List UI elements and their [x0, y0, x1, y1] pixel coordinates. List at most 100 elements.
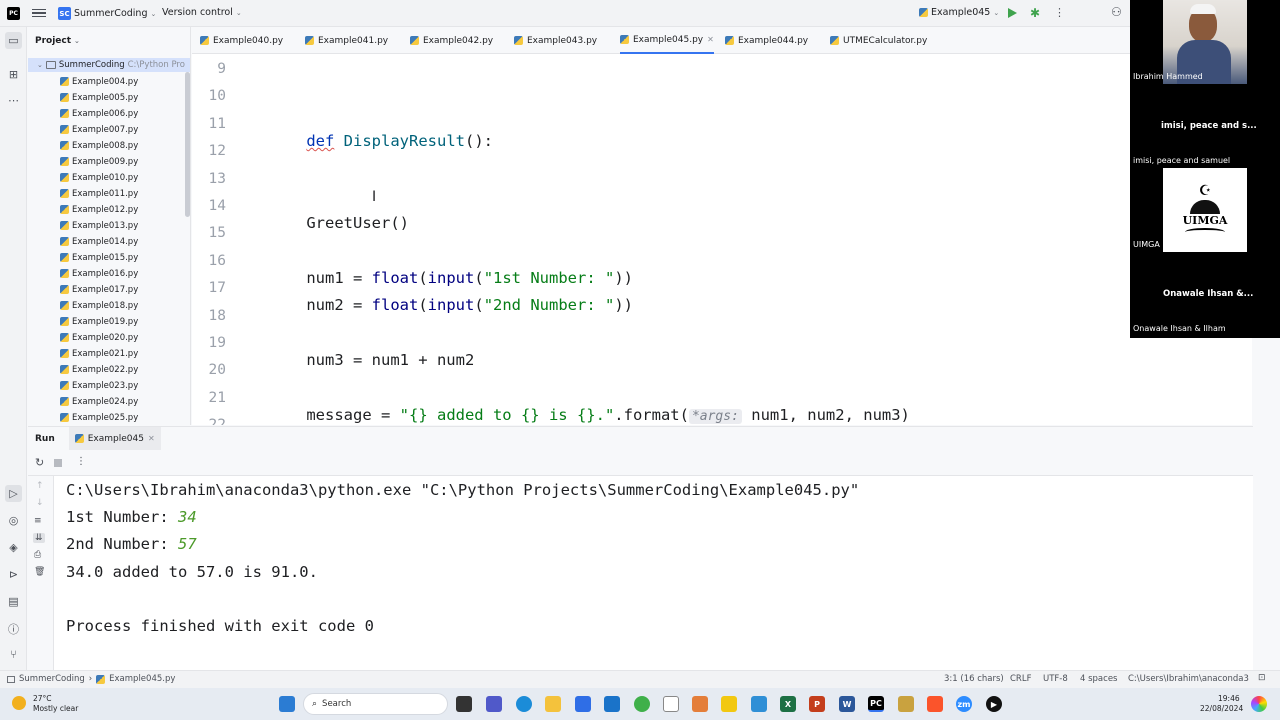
powerpoint-icon[interactable]: P: [809, 696, 825, 712]
tree-root-folder[interactable]: ⌄ SummerCoding C:\Python Pro: [28, 58, 190, 72]
close-tab-icon[interactable]: ✕: [707, 35, 714, 44]
file-tree-item[interactable]: Example007.py: [60, 122, 138, 137]
file-tree-item[interactable]: Example017.py: [60, 282, 138, 297]
file-tree-item[interactable]: Example024.py: [60, 394, 138, 409]
editor-tab[interactable]: Example044.py: [725, 27, 808, 54]
scroll-to-end-icon[interactable]: ⇊: [33, 533, 45, 543]
clock-date[interactable]: 22/08/2024: [1200, 704, 1243, 713]
mail-icon[interactable]: [604, 696, 620, 712]
power-bi-icon[interactable]: [721, 696, 737, 712]
close-icon[interactable]: ✕: [148, 434, 155, 443]
weather-desc[interactable]: Mostly clear: [33, 704, 78, 713]
file-tree-item[interactable]: Example011.py: [60, 186, 138, 201]
store-icon[interactable]: [575, 696, 591, 712]
clock-time[interactable]: 19:46: [1218, 694, 1240, 703]
file-tree-item[interactable]: Example016.py: [60, 266, 138, 281]
weather-temp[interactable]: 27°C: [33, 694, 52, 703]
teams-icon[interactable]: [486, 696, 502, 712]
structure-icon[interactable]: ⊞: [5, 66, 22, 83]
run-config-tab[interactable]: Example045 ✕: [68, 426, 161, 451]
file-tree-item[interactable]: Example010.py: [60, 170, 138, 185]
debug-icon[interactable]: ✱: [1030, 6, 1040, 20]
file-tree-item[interactable]: Example020.py: [60, 330, 138, 345]
more-tools-icon[interactable]: ⋯: [5, 92, 22, 109]
zoom-icon[interactable]: zm: [956, 696, 972, 712]
editor-tab[interactable]: UTMECalculator.py: [830, 27, 927, 54]
stop-icon[interactable]: [54, 459, 62, 467]
main-menu-icon[interactable]: [32, 6, 46, 20]
chat-app-icon[interactable]: [634, 696, 650, 712]
file-tree-item[interactable]: Example015.py: [60, 250, 138, 265]
edge-icon[interactable]: [516, 696, 532, 712]
file-tree-item[interactable]: Example012.py: [60, 202, 138, 217]
calculator-icon[interactable]: [751, 696, 767, 712]
run-tool-icon[interactable]: ▷: [5, 485, 22, 502]
more-actions-icon[interactable]: ⋮: [76, 456, 86, 467]
file-tree-item[interactable]: Example023.py: [60, 378, 138, 393]
file-tree-item[interactable]: Example005.py: [60, 90, 138, 105]
editor-tab[interactable]: Example040.py: [200, 27, 283, 54]
code-line-14[interactable]: GreetUser(): [269, 196, 409, 250]
run-console[interactable]: C:\Users\Ibrahim\anaconda3\python.exe "C…: [54, 476, 1253, 670]
file-tree-item[interactable]: Example008.py: [60, 138, 138, 153]
interpreter[interactable]: C:\Users\Ibrahim\anaconda3: [1128, 674, 1249, 684]
excel-icon[interactable]: X: [780, 696, 796, 712]
color-wheel-icon[interactable]: [1251, 696, 1267, 712]
trash-icon[interactable]: 🗑: [34, 567, 45, 577]
code-editor[interactable]: 9 10 11 12 13 14 15 16 17 18 19 20 21 22 def DisplayR…: [192, 54, 1252, 425]
lock-icon[interactable]: ⊡: [1258, 673, 1266, 683]
snipping-tool-icon[interactable]: [692, 696, 708, 712]
tools-icon[interactable]: [898, 696, 914, 712]
editor-tab[interactable]: Example045.py ✕: [620, 27, 714, 54]
code-line-21[interactable]: message = "{} added to {} is {}.".format…: [269, 388, 910, 425]
project-panel-header[interactable]: Project ⌄: [28, 27, 190, 54]
editor-tab[interactable]: Example041.py: [305, 27, 388, 54]
file-tree-item[interactable]: Example022.py: [60, 362, 138, 377]
brave-icon[interactable]: [927, 696, 943, 712]
rerun-icon[interactable]: ↻: [35, 456, 44, 469]
project-scrollbar[interactable]: [185, 72, 190, 217]
file-encoding[interactable]: UTF-8: [1043, 674, 1068, 684]
indent-setting[interactable]: 4 spaces: [1080, 674, 1117, 684]
pycharm-icon[interactable]: PC: [868, 696, 884, 712]
file-tree-item[interactable]: Example021.py: [60, 346, 138, 361]
file-tree-item[interactable]: Example025.py: [60, 410, 138, 425]
cursor-position[interactable]: 3:1 (16 chars): [944, 674, 1004, 684]
print-icon[interactable]: ⎙: [34, 550, 41, 560]
layers-icon[interactable]: ◈: [5, 539, 22, 556]
file-tree-item[interactable]: Example009.py: [60, 154, 138, 169]
project-folder-icon[interactable]: ▭: [5, 32, 22, 49]
code-line-17[interactable]: num2 = float(input("2nd Number: ")): [269, 278, 633, 332]
task-view-icon[interactable]: [456, 696, 472, 712]
problems-icon[interactable]: ⓘ: [5, 620, 22, 637]
scroll-up-icon[interactable]: ↑: [36, 481, 44, 491]
notepad-icon[interactable]: [663, 696, 679, 712]
account-icon[interactable]: ⚇: [1111, 5, 1122, 19]
file-tree-item[interactable]: Example014.py: [60, 234, 138, 249]
media-player-icon[interactable]: ▶: [986, 696, 1002, 712]
python-packages-icon[interactable]: ◎: [5, 512, 22, 529]
more-actions-icon[interactable]: ⋮: [1054, 6, 1065, 19]
code-line-19[interactable]: num3 = num1 + num2: [269, 333, 474, 387]
project-selector[interactable]: SC SummerCoding ⌄: [58, 7, 156, 20]
word-icon[interactable]: W: [839, 696, 855, 712]
git-icon[interactable]: ⑂: [5, 646, 22, 663]
code-line-11[interactable]: def DisplayResult():: [269, 114, 493, 168]
file-tree-item[interactable]: Example004.py: [60, 74, 138, 89]
services-icon[interactable]: ⊳: [5, 566, 22, 583]
editor-tab[interactable]: Example042.py: [410, 27, 493, 54]
run-icon[interactable]: [1008, 8, 1017, 18]
weather-icon[interactable]: [12, 696, 26, 710]
editor-tab[interactable]: Example043.py: [514, 27, 597, 54]
file-tree-item[interactable]: Example013.py: [60, 218, 138, 233]
file-tree-item[interactable]: Example018.py: [60, 298, 138, 313]
breadcrumb[interactable]: SummerCoding › Example045.py: [7, 674, 175, 684]
windows-start-icon[interactable]: [279, 696, 295, 712]
taskbar-search[interactable]: ⌕ Search: [303, 693, 448, 715]
line-separator[interactable]: CRLF: [1010, 674, 1031, 684]
file-tree-item[interactable]: Example006.py: [60, 106, 138, 121]
run-config-selector[interactable]: Example045 ⌄: [919, 7, 999, 18]
soft-wrap-icon[interactable]: ≡: [34, 516, 42, 526]
run-tab[interactable]: Run: [35, 434, 55, 444]
terminal-icon[interactable]: ▤: [5, 593, 22, 610]
